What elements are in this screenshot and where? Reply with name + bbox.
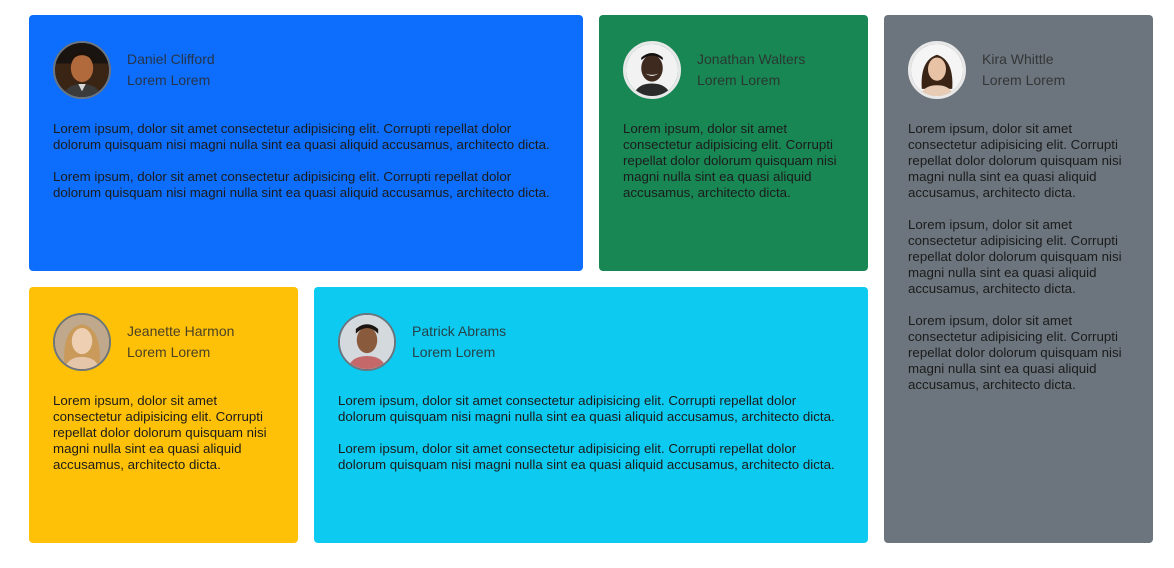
- person-name: Daniel Clifford: [127, 51, 215, 67]
- person-role: Lorem Lorem: [127, 344, 211, 360]
- testimonial-paragraph: Lorem ipsum, dolor sit amet consectetur …: [53, 121, 550, 152]
- card-header: Jeanette Harmon Lorem Lorem: [53, 311, 274, 373]
- card-header: Jonathan Walters Lorem Lorem: [623, 39, 844, 101]
- card-body: Lorem ipsum, dolor sit amet consectetur …: [908, 121, 1129, 393]
- testimonial-paragraph: Lorem ipsum, dolor sit amet consectetur …: [53, 393, 267, 472]
- card-header: Kira Whittle Lorem Lorem: [908, 39, 1129, 101]
- testimonial-card-kira-whittle: Kira Whittle Lorem Lorem Lorem ipsum, do…: [884, 15, 1153, 543]
- testimonial-paragraph: Lorem ipsum, dolor sit amet consectetur …: [908, 313, 1122, 392]
- testimonial-grid: Daniel Clifford Lorem Lorem Lorem ipsum,…: [0, 0, 1174, 568]
- testimonial-paragraph: Lorem ipsum, dolor sit amet consectetur …: [908, 121, 1122, 200]
- avatar: [908, 41, 966, 99]
- person-role: Lorem Lorem: [697, 72, 781, 88]
- card-body: Lorem ipsum, dolor sit amet consectetur …: [53, 393, 274, 473]
- testimonial-card-jeanette-harmon: Jeanette Harmon Lorem Lorem Lorem ipsum,…: [29, 287, 298, 543]
- testimonial-paragraph: Lorem ipsum, dolor sit amet consectetur …: [338, 393, 835, 424]
- card-header: Daniel Clifford Lorem Lorem: [53, 39, 559, 101]
- testimonial-paragraph: Lorem ipsum, dolor sit amet consectetur …: [623, 121, 837, 200]
- person-name: Jonathan Walters: [697, 51, 806, 67]
- person-role: Lorem Lorem: [127, 72, 211, 88]
- avatar: [338, 313, 396, 371]
- person-role: Lorem Lorem: [982, 72, 1066, 88]
- avatar: [623, 41, 681, 99]
- person-role: Lorem Lorem: [412, 344, 496, 360]
- avatar: [53, 313, 111, 371]
- testimonial-paragraph: Lorem ipsum, dolor sit amet consectetur …: [908, 217, 1122, 296]
- card-body: Lorem ipsum, dolor sit amet consectetur …: [53, 121, 559, 201]
- person-name: Jeanette Harmon: [127, 323, 235, 339]
- testimonial-paragraph: Lorem ipsum, dolor sit amet consectetur …: [338, 441, 835, 472]
- testimonial-paragraph: Lorem ipsum, dolor sit amet consectetur …: [53, 169, 550, 200]
- testimonial-card-patrick-abrams: Patrick Abrams Lorem Lorem Lorem ipsum, …: [314, 287, 868, 543]
- person-name: Patrick Abrams: [412, 323, 507, 339]
- testimonial-card-jonathan-walters: Jonathan Walters Lorem Lorem Lorem ipsum…: [599, 15, 868, 271]
- testimonial-card-daniel-clifford: Daniel Clifford Lorem Lorem Lorem ipsum,…: [29, 15, 583, 271]
- person-name: Kira Whittle: [982, 51, 1054, 67]
- card-body: Lorem ipsum, dolor sit amet consectetur …: [338, 393, 844, 473]
- card-body: Lorem ipsum, dolor sit amet consectetur …: [623, 121, 844, 201]
- card-header: Patrick Abrams Lorem Lorem: [338, 311, 844, 373]
- avatar: [53, 41, 111, 99]
